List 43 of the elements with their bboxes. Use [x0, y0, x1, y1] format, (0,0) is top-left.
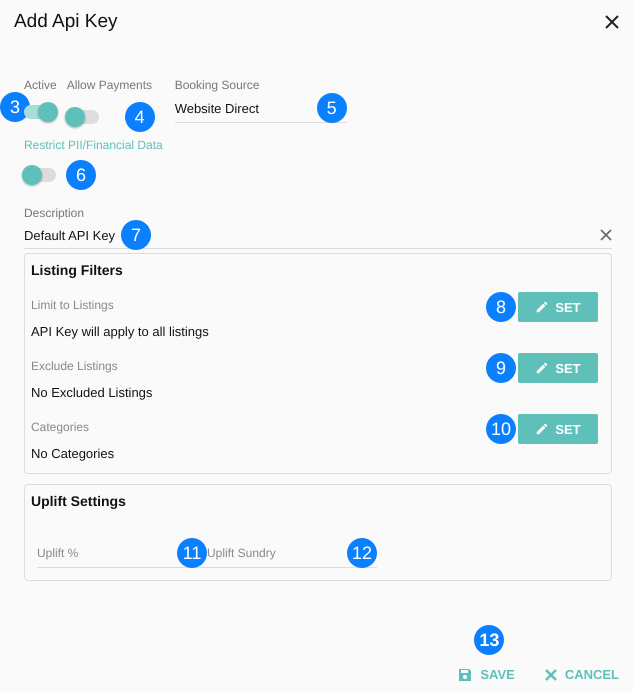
description-field[interactable]: Default API Key — [24, 228, 116, 242]
step-marker: 11 — [177, 538, 207, 568]
pencil-icon — [535, 422, 550, 436]
set-button[interactable]: SET — [518, 414, 598, 444]
set-button[interactable]: SET — [518, 292, 598, 322]
dialog-title: Add Api Key — [14, 11, 118, 33]
step-marker: 9 — [486, 353, 516, 383]
filter-value: No Excluded Listings — [31, 385, 154, 400]
close-icon[interactable] — [605, 15, 619, 29]
field-label: Description — [24, 206, 84, 220]
toggle-label: Restrict PII/Financial Data — [24, 138, 164, 152]
toggle-switch[interactable] — [24, 102, 56, 122]
filter-label: Limit to Listings — [31, 298, 115, 312]
filter-label: Categories — [31, 420, 90, 434]
pencil-icon — [535, 300, 550, 314]
step-marker: 5 — [316, 93, 347, 123]
toggle-label: Active — [24, 78, 57, 92]
filter-value: API Key will apply to all listings — [31, 324, 210, 339]
uplift-field[interactable]: Uplift Sundry 12 — [207, 539, 377, 568]
step-marker: 3 — [0, 92, 30, 122]
step-marker: 13 — [474, 625, 504, 655]
toggle-switch[interactable] — [66, 107, 99, 127]
filter-value: No Categories — [31, 446, 116, 461]
toggle-switch[interactable] — [24, 165, 56, 185]
filter-label: Exclude Listings — [31, 359, 119, 373]
step-marker: 6 — [66, 160, 96, 190]
clear-icon[interactable] — [600, 229, 612, 241]
field-label: Booking Source — [174, 78, 260, 92]
pencil-icon — [535, 361, 550, 375]
booking-source-field[interactable]: Website Direct 5 — [174, 94, 347, 123]
step-marker: 8 — [486, 292, 516, 322]
set-button[interactable]: SET — [518, 353, 598, 383]
cancel-button[interactable]: CANCEL — [544, 667, 619, 682]
card-title: Listing Filters — [31, 262, 124, 278]
uplift-field[interactable]: Uplift % 11 — [37, 539, 207, 568]
step-marker: 12 — [347, 538, 377, 568]
step-marker: 10 — [486, 414, 516, 444]
toggle-label: Allow Payments — [66, 78, 154, 92]
save-icon — [458, 668, 472, 682]
step-marker: 7 — [121, 220, 152, 250]
card-title: Uplift Settings — [31, 493, 127, 509]
close-icon — [544, 668, 557, 680]
step-marker: 4 — [124, 102, 155, 132]
